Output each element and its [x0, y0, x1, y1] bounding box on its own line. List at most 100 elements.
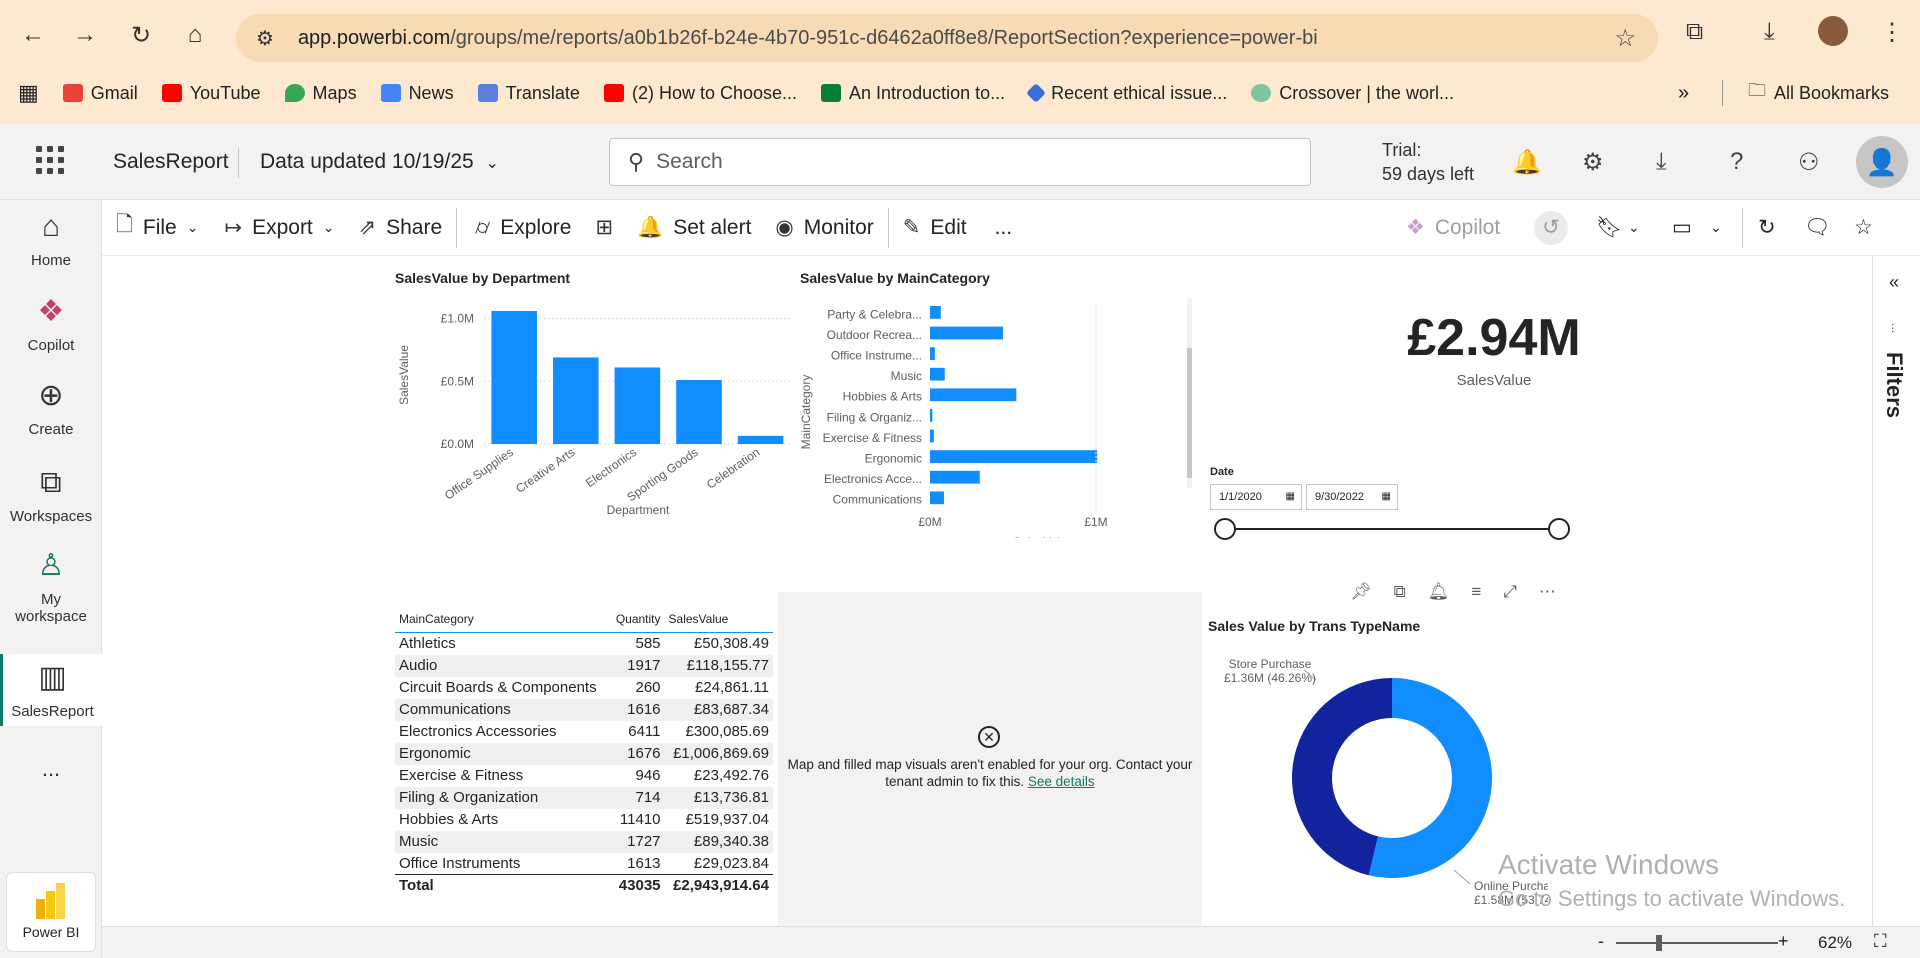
- plus-circle-icon: ⊕: [38, 379, 64, 412]
- search-input[interactable]: ⚲ Search: [609, 138, 1311, 186]
- chart-scrollbar[interactable]: [1187, 298, 1192, 488]
- settings-icon[interactable]: ⚙: [1582, 148, 1604, 177]
- bookmark-maps[interactable]: Maps: [284, 83, 357, 104]
- export-menu[interactable]: ↦ Export ⌄: [224, 215, 334, 240]
- view-icon[interactable]: ▭: [1672, 215, 1692, 240]
- share-button[interactable]: ⇗ Share: [359, 215, 443, 240]
- date-end-input[interactable]: 9/30/2022 ▦: [1306, 484, 1398, 510]
- set-alert-button[interactable]: 🔔 Set alert: [637, 216, 751, 240]
- nav-my-workspace[interactable]: ♙ My workspace: [0, 548, 102, 625]
- edit-button[interactable]: ✎ Edit: [903, 215, 967, 240]
- zoom-level: 62%: [1818, 933, 1853, 952]
- copy-icon[interactable]: ⧉: [1394, 582, 1406, 602]
- divider: [456, 207, 458, 248]
- data-updated-dropdown[interactable]: Data updated 10/19/25 ⌄: [260, 150, 499, 174]
- copilot-button[interactable]: ❖ Copilot: [1406, 215, 1500, 240]
- forward-arrow-icon[interactable]: →: [66, 16, 104, 54]
- focus-mode-icon[interactable]: ⤢: [1503, 582, 1517, 602]
- nav-create[interactable]: ⊕ Create: [0, 378, 102, 438]
- zoom-in-button[interactable]: +: [1778, 931, 1789, 952]
- date-slider-end-handle[interactable]: [1548, 518, 1570, 540]
- bar-filing-organiz-: [930, 409, 933, 422]
- dept-chart-title: SalesValue by Department: [395, 270, 571, 286]
- nav-copilot[interactable]: ❖ Copilot: [0, 294, 102, 354]
- bookmark-gmail[interactable]: Gmail: [62, 83, 138, 104]
- diamond-icon: [1026, 83, 1047, 103]
- profile-avatar[interactable]: [1818, 16, 1848, 46]
- home-icon[interactable]: ⌂: [176, 16, 214, 54]
- filter-icon[interactable]: ≡: [1471, 582, 1481, 602]
- nav-more[interactable]: ...: [0, 756, 102, 782]
- zoom-out-button[interactable]: -: [1598, 931, 1604, 952]
- nav-workspaces[interactable]: ⧉ Workspaces: [0, 466, 102, 525]
- zoom-slider-handle[interactable]: [1656, 935, 1662, 951]
- dept-bar-chart[interactable]: £0.0M £0.5M £1.0M Office SuppliesCreative A…: [392, 292, 832, 542]
- apps-grid-icon[interactable]: ▦: [18, 80, 39, 106]
- see-details-link[interactable]: See details: [1028, 774, 1095, 789]
- bell-icon[interactable]: 🔔︎: [1428, 582, 1450, 602]
- help-icon[interactable]: ?: [1730, 148, 1743, 176]
- chevron-more-icon[interactable]: »: [1678, 82, 1689, 105]
- bookmark-how-to-choose[interactable]: (2) How to Choose...: [603, 83, 797, 104]
- table-header[interactable]: MainCategory: [395, 608, 610, 633]
- zoom-slider-track[interactable]: [1616, 942, 1778, 944]
- bookmark-crossover[interactable]: Crossover | the worl...: [1251, 83, 1454, 104]
- avatar[interactable]: 👤: [1856, 136, 1908, 188]
- chrome-menu-icon[interactable]: ⋮: [1880, 18, 1904, 47]
- table-header[interactable]: SalesValue: [664, 608, 773, 633]
- explore-button[interactable]: ⌭ Explore: [475, 216, 571, 240]
- chevron-down-icon[interactable]: ⌄: [1628, 219, 1640, 236]
- monitor-button[interactable]: ◉ Monitor: [775, 215, 873, 240]
- site-settings-icon[interactable]: ⚙: [256, 26, 274, 51]
- filters-label[interactable]: Filters: [1881, 352, 1907, 418]
- subscribe-button[interactable]: ⊞: [595, 215, 613, 240]
- date-slider-track[interactable]: [1224, 528, 1560, 530]
- notifications-icon[interactable]: 🔔: [1512, 148, 1542, 177]
- comment-icon[interactable]: 🗨: [1804, 216, 1831, 240]
- youtube-icon: [161, 84, 182, 102]
- reset-icon[interactable]: ↺: [1534, 210, 1568, 245]
- fit-to-page-icon[interactable]: ⛶: [1874, 931, 1887, 952]
- powerbi-logo[interactable]: Power BI: [6, 872, 96, 952]
- bookmark-news[interactable]: News: [380, 83, 454, 104]
- category-table[interactable]: MainCategory Quantity SalesValue Athleti…: [395, 608, 773, 897]
- date-start-input[interactable]: 1/1/2020 ▦: [1210, 484, 1302, 510]
- extensions-icon[interactable]: ⧉: [1686, 18, 1703, 46]
- bookmark-icon[interactable]: 🔖︎: [1596, 216, 1623, 240]
- feedback-icon[interactable]: ⚇: [1798, 148, 1820, 177]
- download-icon[interactable]: ⤓: [1656, 148, 1667, 176]
- date-slider-start-handle[interactable]: [1214, 518, 1236, 540]
- url-text[interactable]: app.powerbi.com/groups/me/reports/a0b1b2…: [298, 27, 1318, 50]
- x-tick-label: £1M: [1084, 515, 1107, 529]
- all-bookmarks[interactable]: 🗀 All Bookmarks: [1748, 78, 1889, 108]
- donut-chart-title: Sales Value by Trans TypeName: [1208, 618, 1421, 634]
- chevron-down-icon[interactable]: ⌄: [1710, 219, 1722, 236]
- refresh-icon[interactable]: ↻: [1758, 215, 1776, 240]
- back-arrow-icon[interactable]: ←: [14, 16, 52, 54]
- pin-icon[interactable]: 📌︎: [1350, 582, 1372, 602]
- address-bar[interactable]: ⚙ app.powerbi.com/groups/me/reports/a0b1…: [236, 14, 1658, 62]
- bookmark-ethical-issue[interactable]: Recent ethical issue...: [1026, 83, 1227, 104]
- app-launcher-icon[interactable]: [36, 146, 64, 174]
- bookmark-star-icon[interactable]: ☆: [1614, 24, 1636, 53]
- favorite-star-icon[interactable]: ☆: [1854, 215, 1873, 240]
- category-bar-chart[interactable]: Party & Celebra... Outdoor Recrea... Offic…: [792, 292, 1212, 538]
- donut-chart[interactable]: Store Purchase£1.36M (46.26%)Online Purc…: [1208, 640, 1548, 922]
- more-options-button[interactable]: ...: [995, 216, 1013, 240]
- bookmark-translate[interactable]: Translate: [477, 83, 580, 104]
- filters-pane[interactable]: « ⫶ Filters: [1872, 256, 1920, 926]
- table-header[interactable]: Quantity: [609, 608, 665, 633]
- gmail-icon: [62, 84, 83, 102]
- nav-salesreport[interactable]: ▥ SalesReport: [0, 654, 102, 726]
- reload-icon[interactable]: ↻: [122, 16, 160, 54]
- report-name[interactable]: SalesReport: [113, 150, 229, 174]
- download-icon[interactable]: ⤓: [1764, 18, 1775, 46]
- bookmark-introduction[interactable]: An Introduction to...: [821, 83, 1005, 104]
- map-visual-disabled: ✕ Map and filled map visuals aren't enab…: [778, 592, 1202, 926]
- nav-home[interactable]: ⌂ Home: [0, 210, 102, 269]
- bookmark-youtube[interactable]: YouTube: [161, 83, 261, 104]
- bar-outdoor-recrea-: [930, 326, 1004, 340]
- collapse-chevron-icon[interactable]: «: [1889, 272, 1899, 293]
- file-menu[interactable]: 🗋 File ⌄: [116, 210, 198, 245]
- more-options-icon[interactable]: ⋯: [1539, 582, 1556, 602]
